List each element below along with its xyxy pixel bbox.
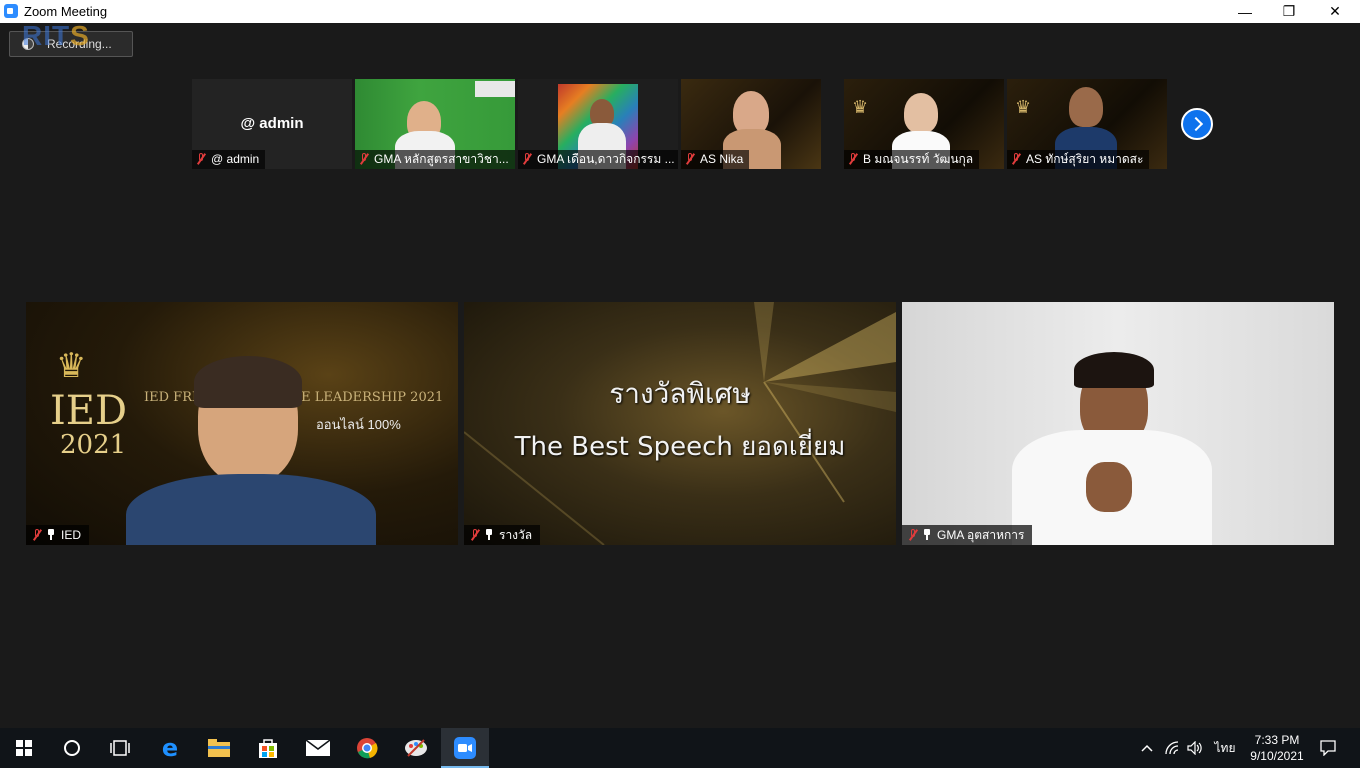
next-page-button[interactable] — [1181, 108, 1213, 140]
close-button[interactable]: ✕ — [1312, 0, 1358, 23]
taskbar-store[interactable] — [244, 728, 292, 768]
network-button[interactable] — [1160, 728, 1184, 768]
participant-thumbnail[interactable]: AS Nika — [681, 79, 821, 169]
participant-name-label: B มณจนรรท์ วัฒนกุล — [844, 150, 980, 169]
participant-thumbnail[interactable]: ♛ AS ทักษ์สุริยา หมาดสะ — [1007, 79, 1167, 169]
pin-icon — [47, 529, 55, 540]
task-view-button[interactable] — [96, 728, 144, 768]
folder-icon — [208, 739, 230, 757]
muted-mic-icon — [908, 529, 918, 541]
crown-icon: ♛ — [56, 347, 87, 385]
participant-thumbnail[interactable]: GMA หลักสูตรสาขาวิชา... — [355, 79, 515, 169]
muted-mic-icon — [359, 153, 369, 165]
taskbar-mail[interactable] — [294, 728, 342, 768]
store-bag-icon — [259, 739, 277, 758]
participant-name-label: @ admin — [192, 150, 266, 169]
event-subbanner: ออนไลน์ 100% — [316, 417, 401, 432]
windows-taskbar: e ไทย 7:33 PM 9/10/2021 — [0, 728, 1360, 768]
participant-body — [126, 474, 376, 545]
video-backdrop — [475, 81, 515, 97]
participant-thumbnail[interactable]: ♛ B มณจนรรท์ วัฒนกุล — [844, 79, 1004, 169]
muted-mic-icon — [196, 153, 206, 165]
muted-mic-icon — [32, 529, 42, 541]
notifications-button[interactable] — [1314, 728, 1342, 768]
start-button[interactable] — [0, 728, 48, 768]
paint-palette-icon — [405, 739, 427, 757]
participant-name-label: GMA อุตสาหการ — [902, 525, 1033, 545]
muted-mic-icon — [685, 153, 695, 165]
taskbar-edge[interactable]: e — [146, 728, 194, 768]
window-title-bar: Zoom Meeting — ❐ ✕ — [0, 0, 1360, 23]
participant-figure — [1069, 87, 1103, 127]
participant-hair — [1074, 352, 1154, 388]
video-tile-gma[interactable]: GMA อุตสาหการ — [902, 302, 1334, 545]
search-circle-icon — [64, 740, 80, 756]
award-title: รางวัลพิเศษ — [609, 377, 751, 410]
volume-button[interactable] — [1184, 728, 1206, 768]
windows-logo-icon — [16, 740, 32, 756]
taskbar-zoom[interactable] — [441, 728, 489, 768]
taskbar-paint[interactable] — [392, 728, 440, 768]
gold-rays-decoration — [464, 302, 896, 545]
participant-name-label: IED — [26, 525, 90, 545]
participant-name-label: รางวัล — [464, 525, 541, 545]
participant-figure — [904, 93, 938, 133]
input-language-indicator[interactable]: ไทย — [1210, 728, 1240, 768]
wifi-icon — [1165, 741, 1179, 755]
participant-name-label: GMA หลักสูตรสาขาวิชา... — [355, 150, 515, 169]
video-tile-ied[interactable]: ♛ IED 2021 IED FRESHY TO BE THE LEADERSH… — [26, 302, 458, 545]
pin-icon — [485, 529, 493, 540]
ied-logo-text: IED — [50, 388, 128, 434]
mail-envelope-icon — [306, 740, 330, 756]
watermark-logo: RITS — [22, 20, 90, 51]
muted-mic-icon — [522, 153, 532, 165]
window-title: Zoom Meeting — [24, 4, 108, 19]
task-view-icon — [110, 740, 130, 756]
muted-mic-icon — [1011, 153, 1021, 165]
pin-icon — [923, 529, 931, 540]
ied-crown-logo: ♛ — [1015, 97, 1032, 118]
participant-thumbnail[interactable]: GMA เดือน,ดาวกิจกรรม ... — [518, 79, 678, 169]
clock[interactable]: 7:33 PM 9/10/2021 — [1244, 728, 1310, 768]
ied-crown-logo: ♛ — [852, 97, 869, 118]
search-button[interactable] — [48, 728, 96, 768]
ied-logo-year: 2021 — [60, 430, 127, 460]
participant-display-name: @ admin — [240, 115, 304, 132]
edge-icon: e — [161, 734, 179, 762]
participant-name-label: AS ทักษ์สุริยา หมาดสะ — [1007, 150, 1150, 169]
award-subtitle: The Best Speech ยอดเยี่ยม — [514, 432, 846, 462]
zoom-app-icon — [4, 4, 18, 18]
show-hidden-icons-button[interactable] — [1136, 728, 1158, 768]
participant-hair — [194, 356, 302, 408]
restore-button[interactable]: ❐ — [1266, 0, 1312, 23]
muted-mic-icon — [470, 529, 480, 541]
participant-thumbnail[interactable]: @ admin @ admin — [192, 79, 352, 169]
taskbar-file-explorer[interactable] — [195, 728, 243, 768]
participant-name-label: GMA เดือน,ดาวกิจกรรม ... — [518, 150, 678, 169]
video-tile-award[interactable]: รางวัลพิเศษ The Best Speech ยอดเยี่ยม รา… — [464, 302, 896, 545]
zoom-icon — [454, 737, 476, 759]
notification-icon — [1320, 740, 1336, 756]
taskbar-chrome[interactable] — [343, 728, 391, 768]
participant-hands — [1086, 462, 1132, 512]
minimize-button[interactable]: — — [1222, 0, 1268, 23]
clock-date: 9/10/2021 — [1250, 749, 1304, 763]
chevron-up-icon — [1141, 744, 1153, 752]
clock-time: 7:33 PM — [1254, 733, 1300, 747]
chrome-icon — [357, 738, 378, 759]
muted-mic-icon — [848, 153, 858, 165]
participant-name-label: AS Nika — [681, 150, 750, 169]
speaker-icon — [1187, 741, 1202, 755]
